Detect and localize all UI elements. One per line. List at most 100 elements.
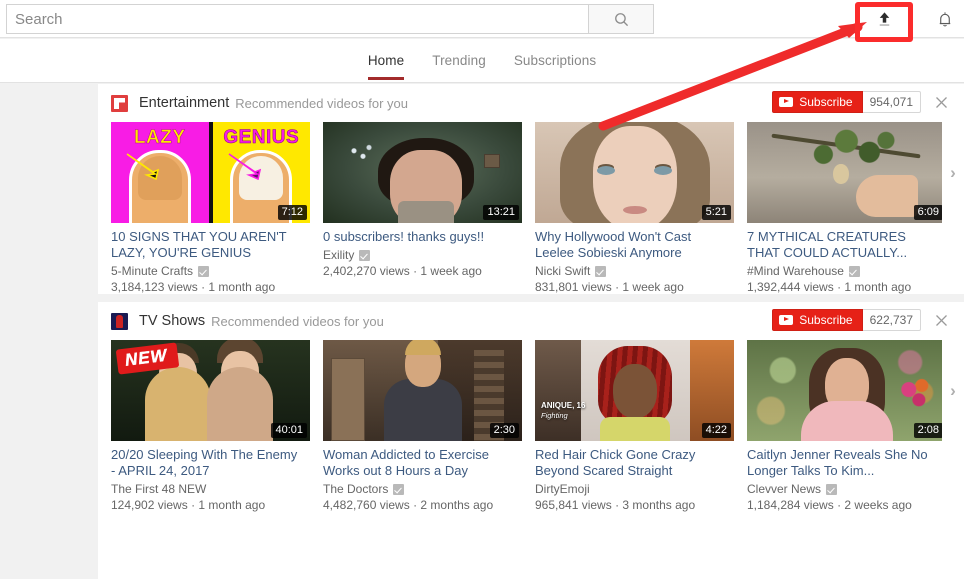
upload-button[interactable] <box>866 5 902 33</box>
video-channel[interactable]: Exility <box>323 248 529 262</box>
subscribe-button[interactable]: Subscribe <box>772 91 863 113</box>
channel-name: 5-Minute Crafts <box>111 264 194 278</box>
view-count: 1,184,284 views <box>747 498 834 512</box>
subscribe-label: Subscribe <box>799 313 853 327</box>
video-thumbnail[interactable]: ANIQUE, 16 Fighting 4:22 <box>535 340 734 441</box>
video-thumbnail[interactable]: 13:21 <box>323 122 522 223</box>
arrow-annotation-icon <box>126 153 160 180</box>
channel-name: The Doctors <box>323 482 389 496</box>
video-duration: 2:30 <box>489 423 519 438</box>
masthead <box>0 0 964 38</box>
upload-age: 2 months ago <box>420 498 494 512</box>
video-title[interactable]: Caitlyn Jenner Reveals She No Longer Tal… <box>747 447 937 479</box>
video-title[interactable]: 20/20 Sleeping With The Enemy - APRIL 24… <box>111 447 301 479</box>
video-title[interactable]: 10 SIGNS THAT YOU AREN'T LAZY, YOU'RE GE… <box>111 229 301 261</box>
video-meta: 965,841 views · 3 months ago <box>535 498 741 512</box>
video-channel[interactable]: 5-Minute Crafts <box>111 264 317 278</box>
thumb-overlay-left: LAZY <box>133 127 186 149</box>
video-duration: 4:22 <box>701 423 731 438</box>
subscribe-button[interactable]: Subscribe <box>772 309 863 331</box>
video-card[interactable]: LAZY GENIUS 7:12 10 SIGNS THAT YOU AREN'… <box>111 122 317 294</box>
upload-age: 1 month ago <box>844 280 912 294</box>
shelf-title: TV Shows <box>139 313 206 329</box>
tab-trending[interactable]: Trending <box>432 53 486 80</box>
video-channel[interactable]: Nicki Swift <box>535 264 741 278</box>
shelf-entertainment: Entertainment Recommended videos for you… <box>98 84 964 294</box>
video-channel[interactable]: Clevver News <box>747 482 953 496</box>
channel-name: #Mind Warehouse <box>747 264 844 278</box>
verified-badge-icon <box>359 249 371 261</box>
dismiss-shelf-button[interactable] <box>928 91 954 113</box>
view-count: 831,801 views <box>535 280 612 294</box>
video-duration: 7:12 <box>277 205 307 220</box>
video-card[interactable]: ANIQUE, 16 Fighting 4:22 Red Hair Chick … <box>535 340 741 512</box>
video-channel[interactable]: The Doctors <box>323 482 529 496</box>
bell-icon <box>939 12 951 27</box>
shelf-tv-shows: TV Shows Recommended videos for you Subs… <box>98 302 964 512</box>
video-meta: 831,801 views · 1 week ago <box>535 280 741 294</box>
tab-home[interactable]: Home <box>367 53 405 80</box>
view-count: 965,841 views <box>535 498 612 512</box>
verified-badge-icon <box>826 483 838 495</box>
video-thumbnail[interactable]: 2:30 <box>323 340 522 441</box>
video-duration: 40:01 <box>271 423 307 438</box>
tv-shows-category-icon <box>111 312 128 330</box>
video-duration: 5:21 <box>701 205 731 220</box>
video-channel[interactable]: DirtyEmoji <box>535 482 741 496</box>
video-thumbnail[interactable]: NEW 40:01 <box>111 340 310 441</box>
video-card[interactable]: 2:30 Woman Addicted to Exercise Works ou… <box>323 340 529 512</box>
shelf-actions: Subscribe 954,071 <box>772 91 954 113</box>
video-title[interactable]: 0 subscribers! thanks guys!! <box>323 229 513 245</box>
verified-badge-icon <box>848 265 860 277</box>
tab-subscriptions[interactable]: Subscriptions <box>514 53 596 80</box>
video-duration: 2:08 <box>913 423 943 438</box>
video-thumbnail[interactable]: 2:08 <box>747 340 946 441</box>
video-card[interactable]: NEW 40:01 20/20 Sleeping With The Enemy … <box>111 340 317 512</box>
video-thumbnail[interactable]: 6:09 <box>747 122 946 223</box>
video-title[interactable]: Why Hollywood Won't Cast Leelee Sobieski… <box>535 229 725 261</box>
video-row: NEW 40:01 20/20 Sleeping With The Enemy … <box>98 340 964 512</box>
video-thumbnail[interactable]: LAZY GENIUS 7:12 <box>111 122 310 223</box>
video-card[interactable]: 13:21 0 subscribers! thanks guys!! Exili… <box>323 122 529 294</box>
page-body: Entertainment Recommended videos for you… <box>0 84 964 579</box>
video-thumbnail[interactable]: 5:21 <box>535 122 734 223</box>
channel-name: The First 48 NEW <box>111 482 207 496</box>
video-title[interactable]: 7 MYTHICAL CREATURES THAT COULD ACTUALLY… <box>747 229 937 261</box>
shelf-next-button[interactable]: › <box>942 340 964 441</box>
video-channel[interactable]: #Mind Warehouse <box>747 264 953 278</box>
video-channel[interactable]: The First 48 NEW <box>111 482 317 496</box>
view-count: 3,184,123 views <box>111 280 198 294</box>
channel-name: DirtyEmoji <box>535 482 590 496</box>
upload-age: 1 week ago <box>420 264 482 278</box>
upload-icon <box>879 11 889 26</box>
feed-content: Entertainment Recommended videos for you… <box>98 84 964 579</box>
search-button[interactable] <box>588 4 654 34</box>
subscriber-count: 622,737 <box>862 309 921 331</box>
video-meta: 1,392,444 views · 1 month ago <box>747 280 953 294</box>
subscriber-count: 954,071 <box>862 91 921 113</box>
close-icon <box>935 96 947 108</box>
close-icon <box>935 314 947 326</box>
channel-name: Clevver News <box>747 482 822 496</box>
video-meta: 1,184,284 views · 2 weeks ago <box>747 498 953 512</box>
youtube-play-icon <box>779 97 794 107</box>
video-card[interactable]: 5:21 Why Hollywood Won't Cast Leelee Sob… <box>535 122 741 294</box>
dismiss-shelf-button[interactable] <box>928 309 954 331</box>
shelf-separator <box>98 294 964 302</box>
magnifier-icon <box>614 12 628 26</box>
view-count: 124,902 views <box>111 498 188 512</box>
arrow-annotation-icon <box>228 153 261 180</box>
search-input[interactable] <box>6 4 588 34</box>
search-bar <box>6 4 654 34</box>
video-duration: 13:21 <box>483 205 519 220</box>
shelf-next-button[interactable]: › <box>942 122 964 223</box>
video-meta: 4,482,760 views · 2 months ago <box>323 498 529 512</box>
shelf-subtitle: Recommended videos for you <box>211 313 384 329</box>
video-card[interactable]: 6:09 7 MYTHICAL CREATURES THAT COULD ACT… <box>747 122 953 294</box>
video-title[interactable]: Red Hair Chick Gone Crazy Beyond Scared … <box>535 447 725 479</box>
video-card[interactable]: 2:08 Caitlyn Jenner Reveals She No Longe… <box>747 340 953 512</box>
video-row: LAZY GENIUS 7:12 10 SIGNS THAT YOU AREN'… <box>98 122 964 294</box>
notifications-button[interactable] <box>930 5 960 33</box>
video-title[interactable]: Woman Addicted to Exercise Works out 8 H… <box>323 447 513 479</box>
verified-badge-icon <box>393 483 405 495</box>
